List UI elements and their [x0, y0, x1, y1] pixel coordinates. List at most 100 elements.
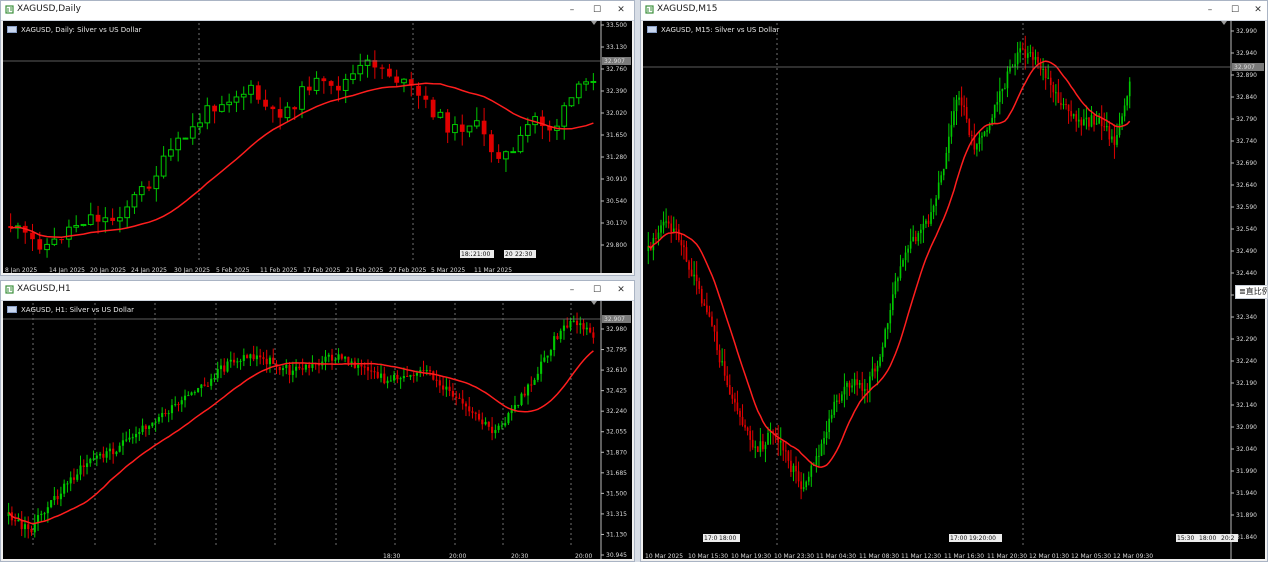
candle-body — [278, 366, 281, 371]
time-label: 12 Mar 01:30 — [1029, 553, 1069, 559]
candle-body — [856, 379, 858, 385]
candle-body — [69, 477, 72, 484]
candle-body — [95, 214, 101, 222]
candle-body — [566, 325, 569, 328]
candle-body — [948, 136, 950, 153]
candle-body — [751, 439, 754, 448]
candle-body — [662, 221, 665, 226]
candle-body — [92, 458, 95, 460]
candle-body — [583, 81, 589, 85]
candle-body — [1032, 52, 1034, 60]
price-label: 32.055 — [606, 429, 627, 436]
time-mark: 17:00 — [950, 535, 967, 542]
price-label: 30.540 — [606, 198, 627, 205]
candle-body — [203, 384, 206, 386]
candle-body — [698, 281, 701, 289]
price-label: 32.740 — [1236, 138, 1257, 145]
chart-shift-icon — [1221, 21, 1227, 25]
window-title: XAGUSD,M15 — [657, 4, 718, 14]
price-label: 32.425 — [606, 388, 627, 395]
candle-body — [416, 85, 421, 96]
h1-chart-window[interactable]: XAGUSD,H1 – ☐ ✕ XAGUSD, H1: Silver vs US… — [0, 280, 635, 562]
time-label: 27 Feb 2025 — [389, 267, 427, 273]
candle-body — [978, 137, 981, 144]
candle-body — [976, 143, 978, 150]
candle-body — [386, 380, 389, 384]
price-label: 31.280 — [606, 154, 627, 161]
candle-body — [240, 93, 247, 98]
candle-body — [379, 67, 385, 69]
close-icon[interactable]: ✕ — [1251, 4, 1265, 16]
candle-body — [59, 239, 64, 241]
time-label: 11 Mar 2025 — [474, 267, 512, 273]
moving-average-line — [647, 60, 1131, 468]
candle-body — [700, 288, 703, 304]
price-label: 31.650 — [606, 132, 627, 139]
candle-body — [1027, 53, 1029, 58]
candle-body — [461, 398, 464, 404]
candle-body — [50, 500, 53, 508]
daily-titlebar[interactable]: XAGUSD,Daily – ☐ ✕ — [1, 1, 634, 21]
candle-body — [66, 483, 69, 485]
daily-chart-area[interactable]: XAGUSD, Daily: Silver vs US Dollar 33.50… — [3, 21, 632, 273]
candle-body — [277, 109, 283, 118]
h1-titlebar[interactable]: XAGUSD,H1 – ☐ ✕ — [1, 281, 634, 301]
candle-body — [942, 168, 945, 176]
candle-body — [458, 397, 461, 399]
maximize-icon[interactable]: ☐ — [1228, 4, 1242, 16]
candle-body — [543, 357, 546, 362]
candle-body — [575, 320, 579, 326]
price-label: 32.090 — [1236, 424, 1257, 431]
candle-body — [409, 374, 412, 377]
candle-body — [937, 182, 940, 199]
candle-body — [131, 437, 134, 439]
close-icon[interactable]: ✕ — [614, 4, 628, 16]
candle-body — [843, 386, 846, 395]
candle-body — [466, 125, 473, 133]
candle-body — [236, 361, 239, 363]
candle-body — [468, 406, 471, 412]
maximize-icon[interactable]: ☐ — [590, 4, 604, 16]
candle-body — [284, 106, 291, 119]
candle-body — [370, 370, 373, 372]
daily-chart-window[interactable]: XAGUSD,Daily – ☐ ✕ XAGUSD, Daily: Silver… — [0, 0, 635, 276]
h1-chart-area[interactable]: XAGUSD, H1: Silver vs US Dollar 32.980 32… — [3, 301, 632, 559]
candle-body — [265, 358, 268, 365]
close-icon[interactable]: ✕ — [614, 284, 628, 296]
candle-body — [350, 361, 353, 364]
candle-body — [660, 225, 662, 233]
candle-body — [117, 217, 123, 222]
candle-body — [922, 223, 925, 230]
candle-body — [932, 205, 935, 213]
candle-body — [706, 305, 708, 313]
candle-body — [168, 149, 174, 157]
minimize-icon[interactable]: – — [1203, 4, 1217, 16]
candle-body — [175, 137, 182, 151]
candle-body — [134, 433, 138, 438]
candle-body — [157, 417, 160, 422]
candle-body — [1077, 119, 1080, 122]
candle-body — [402, 375, 405, 379]
m15-titlebar[interactable]: XAGUSD,M15 – ☐ ✕ — [641, 1, 1267, 21]
candle-body — [177, 404, 180, 406]
minimize-icon[interactable]: – — [565, 4, 579, 16]
m15-chart-area[interactable]: XAGUSD, M15: Silver vs US Dollar 32.990 3… — [643, 21, 1265, 559]
minimize-icon[interactable]: – — [565, 284, 579, 296]
price-label: 31.500 — [606, 490, 627, 497]
candle-body — [484, 421, 487, 425]
price-label: 32.140 — [1236, 402, 1257, 409]
candle-body — [281, 368, 285, 371]
candle-body — [102, 453, 105, 458]
scale-fix-button[interactable]: ≣直比例 — [1235, 285, 1268, 299]
candle-body — [226, 101, 233, 106]
candle-body — [1116, 135, 1118, 145]
candle-body — [30, 232, 35, 240]
candle-body — [229, 359, 232, 362]
maximize-icon[interactable]: ☐ — [590, 284, 604, 296]
m15-chart-window[interactable]: XAGUSD,M15 – ☐ ✕ XAGUSD, M15: Silver vs … — [640, 0, 1268, 562]
candle-body — [174, 404, 177, 406]
price-label: 30.945 — [606, 552, 627, 559]
candle-body — [736, 402, 739, 411]
crosshair-label: 21:00 — [473, 251, 490, 258]
candle-body — [1126, 96, 1129, 106]
